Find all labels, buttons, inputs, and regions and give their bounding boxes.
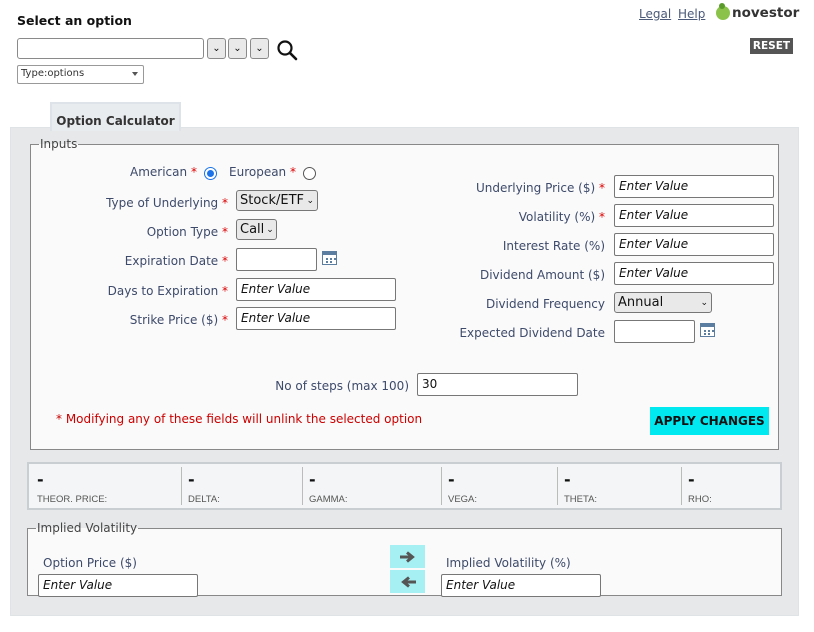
logo-mark-icon [716, 3, 730, 20]
result-value: - [688, 470, 695, 489]
option-type-label: Option Type * [146, 225, 228, 239]
calc-price-button[interactable] [390, 570, 425, 593]
days-to-expiration-label: Days to Expiration * [107, 284, 228, 298]
arrow-left-icon [400, 575, 416, 588]
search-icon[interactable] [276, 39, 298, 61]
result-value: - [448, 470, 455, 489]
select-option-title: Select an option [17, 13, 132, 28]
strike-price-label: Strike Price ($) * [129, 313, 228, 327]
result-gamma: - GAMMA: [301, 464, 439, 508]
help-link[interactable]: Help [678, 7, 705, 21]
type-select-mini[interactable]: ⌄ [250, 38, 269, 59]
arrow-right-icon [399, 550, 415, 563]
result-rho: - RHO: [680, 464, 780, 508]
novestor-logo: novestor [716, 3, 800, 21]
implied-volatility-input[interactable]: Enter Value [441, 574, 601, 597]
result-theta: - THETA: [556, 464, 679, 508]
dividend-amount-input[interactable]: Enter Value [614, 262, 774, 285]
legal-link[interactable]: Legal [639, 7, 671, 21]
result-label: THEOR. PRICE: [37, 494, 108, 505]
inputs-legend: Inputs [40, 137, 78, 151]
type-of-underlying-label: Type of Underlying * [106, 196, 228, 210]
option-price-label: Option Price ($) [43, 556, 137, 570]
dividend-frequency-label: Dividend Frequency [485, 297, 605, 311]
interest-rate-label: Interest Rate (%) [502, 239, 605, 253]
underlying-price-label: Underlying Price ($) * [475, 181, 605, 195]
european-label: European * [229, 165, 296, 179]
dividend-frequency-select[interactable]: Annual ⌄ [614, 292, 712, 313]
calendar-icon[interactable] [322, 251, 337, 265]
expected-dividend-date-label: Expected Dividend Date [459, 326, 605, 340]
result-label: VEGA: [448, 494, 478, 505]
apply-changes-button[interactable]: APPLY CHANGES [650, 407, 769, 435]
expiration-date-label: Expiration Date * [124, 254, 228, 268]
american-radio[interactable] [204, 167, 217, 180]
steps-label: No of steps (max 100) [275, 379, 409, 393]
steps-input[interactable]: 30 [417, 373, 578, 396]
result-value: - [309, 470, 316, 489]
tab-option-calculator[interactable]: Option Calculator [50, 102, 181, 131]
chevron-down-icon: ⌄ [233, 43, 242, 54]
chevron-down-icon: ⌄ [255, 43, 264, 54]
chevron-down-icon: ⌄ [700, 297, 708, 308]
dividend-amount-label: Dividend Amount ($) [479, 268, 605, 282]
volatility-input[interactable]: Enter Value [614, 204, 774, 227]
interest-rate-input[interactable]: Enter Value [614, 233, 774, 256]
strike-select[interactable]: ⌄ [228, 38, 247, 59]
result-label: GAMMA: [309, 494, 348, 505]
american-label: American * [130, 165, 197, 179]
expiration-date-input[interactable] [236, 248, 317, 271]
type-of-underlying-select[interactable]: Stock/ETF ⌄ [236, 190, 318, 211]
greeks-results: - THEOR. PRICE: - DELTA: - GAMMA: - VEGA… [27, 462, 782, 510]
chevron-down-icon: ⌄ [212, 43, 221, 54]
option-price-input[interactable]: Enter Value [38, 574, 198, 597]
type-options-select[interactable]: Type:options [17, 65, 144, 84]
underlying-price-input[interactable]: Enter Value [614, 175, 774, 198]
result-value: - [188, 470, 195, 489]
result-value: - [37, 470, 44, 489]
unlink-warning: * Modifying any of these fields will unl… [56, 412, 423, 426]
option-symbol-input[interactable] [17, 38, 204, 59]
expected-dividend-date-input[interactable] [614, 320, 695, 343]
volatility-label: Volatility (%) * [518, 210, 605, 224]
caret-down-icon [132, 72, 138, 76]
implied-volatility-label: Implied Volatility (%) [446, 556, 571, 570]
calendar-icon[interactable] [700, 323, 715, 337]
reset-button[interactable]: RESET [750, 38, 793, 54]
strike-price-input[interactable]: Enter Value [236, 307, 396, 330]
logo-text: novestor [732, 5, 800, 21]
european-radio[interactable] [303, 167, 316, 180]
calc-iv-button[interactable] [390, 545, 425, 568]
option-type-select[interactable]: Call ⌄ [236, 219, 277, 240]
expiry-select[interactable]: ⌄ [207, 38, 226, 59]
result-label: RHO: [688, 494, 712, 505]
result-label: DELTA: [188, 494, 220, 505]
chevron-down-icon: ⌄ [306, 195, 314, 206]
result-theor-price: - THEOR. PRICE: [29, 464, 179, 508]
implied-volatility-legend: Implied Volatility [37, 521, 138, 535]
result-vega: - VEGA: [440, 464, 555, 508]
result-label: THETA: [564, 494, 598, 505]
chevron-down-icon: ⌄ [266, 224, 274, 235]
result-delta: - DELTA: [180, 464, 300, 508]
type-options-value: Type:options [21, 68, 85, 79]
result-value: - [564, 470, 571, 489]
days-to-expiration-input[interactable]: Enter Value [236, 278, 396, 301]
